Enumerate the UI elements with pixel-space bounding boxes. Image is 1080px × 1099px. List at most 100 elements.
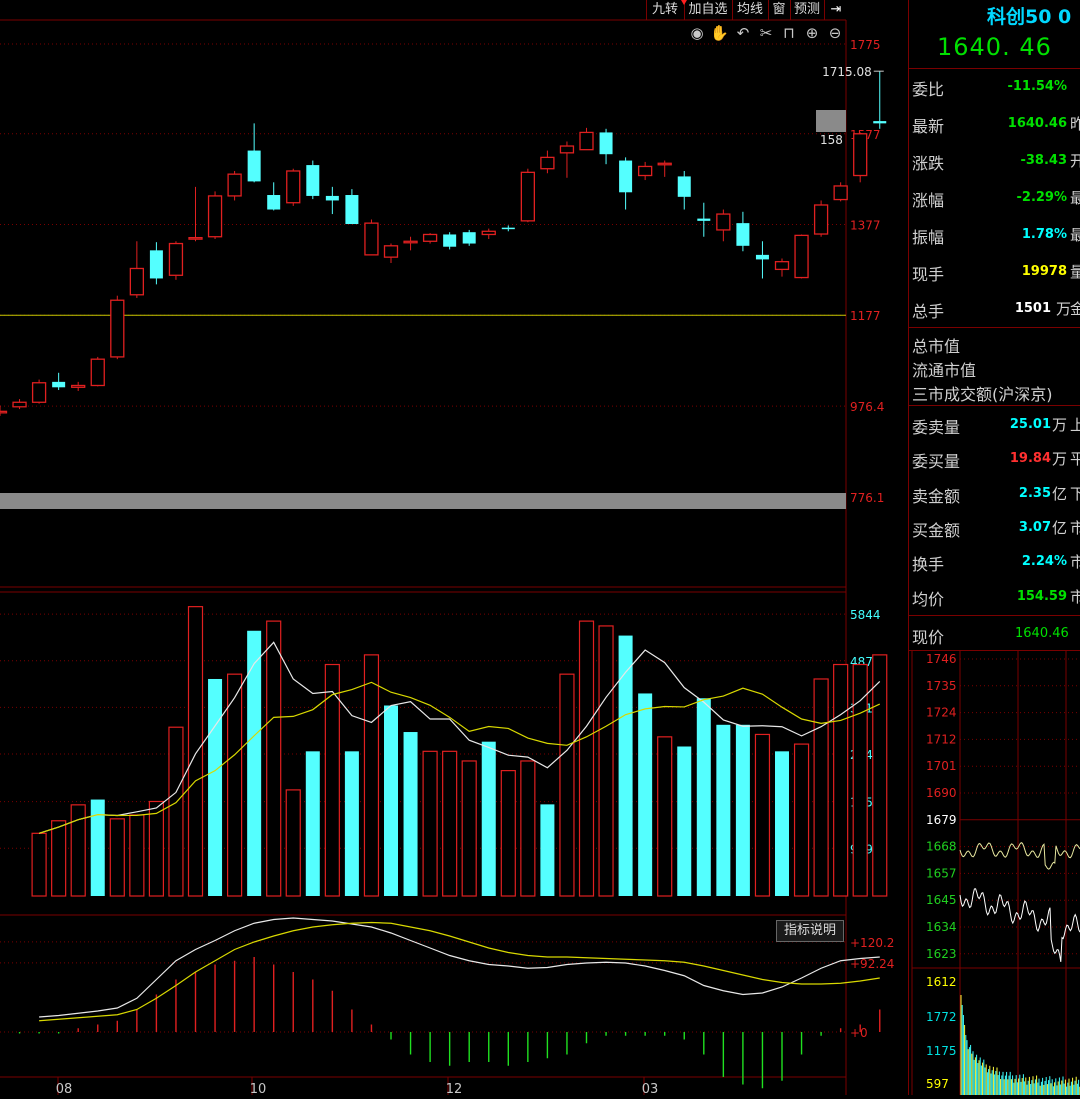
candle-down <box>267 195 281 210</box>
stat-unit: 万 <box>1051 416 1067 434</box>
volume-bar-up <box>442 750 458 897</box>
candle-down <box>325 195 339 201</box>
stat-label: 现手 <box>912 265 945 284</box>
zoom-in-icon[interactable]: ⊕ <box>803 24 821 42</box>
hand-icon[interactable]: ✋ <box>710 24 729 42</box>
volume-bar-up <box>51 820 67 897</box>
candle-up <box>481 230 496 236</box>
stat-label: 换手 <box>912 555 945 575</box>
stat-row: 买金额 3.07 亿市 <box>909 517 1080 541</box>
candle-down <box>501 227 515 230</box>
price-marker-box <box>816 110 846 132</box>
undo-icon[interactable]: ↶ <box>734 24 752 42</box>
volume-bar-up <box>833 663 849 897</box>
stat-row: 涨幅 -2.29% 最 <box>909 187 1080 211</box>
stat-row: 涨跌 -38.43 开 <box>909 150 1080 174</box>
stat-label: 委买量 <box>912 452 961 472</box>
candle-up <box>129 267 145 296</box>
volume-bar-down <box>481 741 496 896</box>
stat-value: -38.43 <box>1020 153 1067 168</box>
add-watchlist-button[interactable]: 加自选 <box>684 0 731 20</box>
candle-down <box>345 195 359 225</box>
stat-value: 2.24% <box>1021 554 1067 570</box>
volume-bar-down <box>540 804 555 896</box>
stat-unit: 亿 <box>1051 484 1067 503</box>
stat-unit: 亿 <box>1051 518 1067 537</box>
scissors-icon[interactable]: ✂ <box>757 24 775 42</box>
eye-icon[interactable]: ◉ <box>688 24 706 42</box>
stat-row: 最新 1640.46 昨 <box>909 113 1080 137</box>
candle-up <box>716 213 731 231</box>
candle-up <box>71 384 86 388</box>
scrollbar-track <box>0 493 846 509</box>
stat-extra-label: 平 <box>1069 450 1080 469</box>
candle-up <box>422 233 438 242</box>
window-button[interactable]: 窗 <box>768 0 789 20</box>
high-price-label: 1715.08 <box>822 65 872 79</box>
volume-tick-label: 5844 <box>850 608 881 622</box>
volume-bar-up <box>520 760 536 897</box>
price-tick-label: 1177 <box>850 309 881 323</box>
stat-unit: 万 <box>1055 300 1071 318</box>
candle-down <box>599 132 613 155</box>
candle-up <box>207 195 223 238</box>
candle-up <box>364 222 379 256</box>
candle-up <box>579 131 594 151</box>
stat-extra-label: 下 <box>1069 484 1080 503</box>
volume-bar-up <box>266 620 282 897</box>
volume-bar-down <box>618 635 633 896</box>
indicator-help-button[interactable]: 指标说明 <box>776 920 844 942</box>
volume-bar-up <box>422 750 438 897</box>
candle-up <box>188 236 203 240</box>
stat-extra-label: 金 <box>1069 300 1080 318</box>
candle-down <box>677 176 691 197</box>
lock-icon[interactable]: ⊓ <box>780 24 798 42</box>
stat-label: 买金额 <box>912 520 961 540</box>
alert-marker-icon <box>681 0 687 5</box>
volume-bar-up <box>31 832 47 897</box>
candle-up <box>657 162 672 166</box>
candle-down <box>52 381 66 388</box>
volume-bar-down <box>90 799 105 896</box>
stat-value: 1.78% <box>1021 227 1067 242</box>
ma-line-button[interactable]: 均线 <box>732 0 767 20</box>
zoom-out-icon[interactable]: ⊖ <box>826 24 844 42</box>
volume-bar-down <box>344 751 359 896</box>
price-tick-label: 1775 <box>850 38 881 52</box>
volume-bar-up <box>813 678 829 897</box>
price-tick-label: 1377 <box>850 218 881 232</box>
month-label: 08 <box>56 1082 73 1095</box>
volume-bar-down <box>384 705 398 896</box>
stat-value: 3.07 <box>1018 519 1051 535</box>
forecast-button[interactable]: 预测 <box>790 0 823 20</box>
stat-row: 委比 -11.54% <box>909 76 1080 100</box>
volume-bar-down <box>775 751 789 896</box>
quote-panel: 科创50 0 1640. 46 委比 -11.54% 最新 1640.46 昨涨跌 -38… <box>908 0 1080 1095</box>
volume-bar-up <box>285 789 301 897</box>
volume-ma10-line <box>38 681 881 834</box>
jiuzhuan-button[interactable]: 九转 <box>646 0 683 20</box>
candle-down <box>443 234 457 247</box>
macd-tick-label: +120.2 <box>850 936 894 950</box>
volume-bar-up <box>363 654 380 897</box>
candle-up <box>383 245 399 258</box>
stat-extra-label: 市 <box>1069 587 1080 606</box>
candle-up <box>813 204 829 235</box>
stat-value: 19978 <box>1021 264 1067 279</box>
volume-bar-up <box>852 663 868 897</box>
volume-bar-down <box>696 698 711 896</box>
stat-row: 委卖量 25.01 万上 <box>909 414 1080 438</box>
volume-bar-up <box>168 726 184 897</box>
candle-down <box>873 121 887 124</box>
market-stat-label: 总市值 <box>912 337 961 356</box>
stat-extra-label: 市 <box>1069 553 1080 572</box>
collapse-panel-icon[interactable]: ⇥ <box>824 0 847 20</box>
volume-bar-up <box>559 673 575 897</box>
stat-extra-label: 最 <box>1069 189 1080 207</box>
candle-up <box>31 382 47 403</box>
volume-bar-up <box>598 625 614 897</box>
volume-bar-up <box>754 733 771 897</box>
candle-up <box>540 156 555 170</box>
stat-row: 现手 19978 量 <box>909 261 1080 285</box>
stat-label: 振幅 <box>912 228 945 247</box>
